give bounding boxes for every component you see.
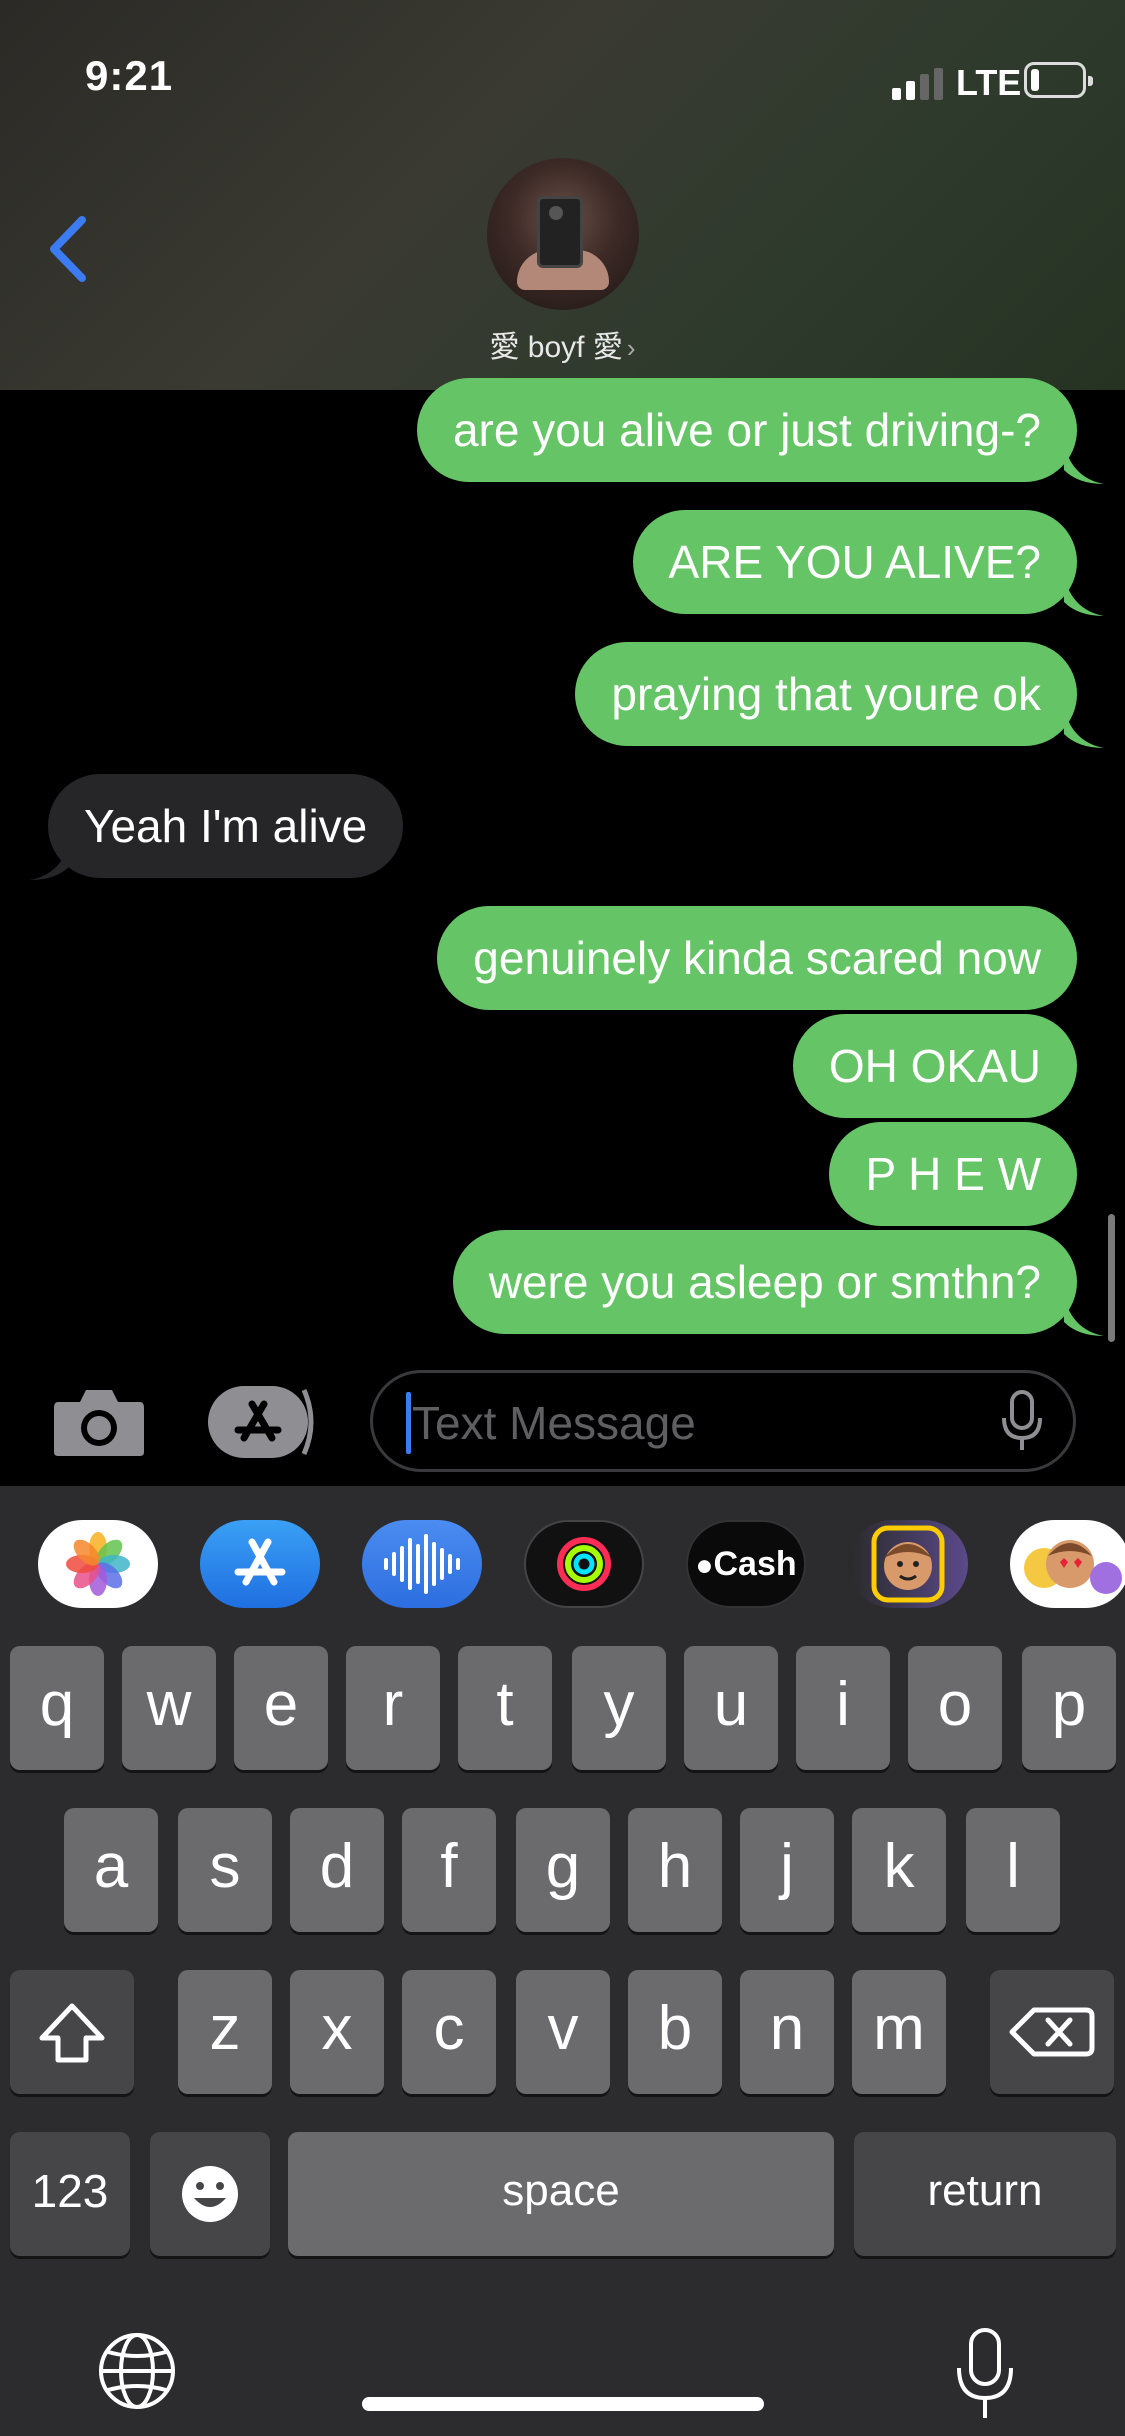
key-z[interactable]: z (178, 1970, 272, 2094)
message-text: praying that youre ok (611, 668, 1041, 720)
message-text: ARE YOU ALIVE? (668, 536, 1041, 588)
key-m[interactable]: m (852, 1970, 946, 2094)
key-u[interactable]: u (684, 1646, 778, 1770)
apple-cash-label: ●Cash (695, 1545, 797, 1583)
key-h[interactable]: h (628, 1808, 722, 1932)
key-y[interactable]: y (572, 1646, 666, 1770)
key-q[interactable]: q (10, 1646, 104, 1770)
audio-message-icon[interactable] (362, 1520, 482, 1608)
network-type: LTE (956, 62, 1022, 103)
shift-key[interactable] (10, 1970, 134, 2094)
battery-icon (1024, 62, 1093, 98)
signal-strength-icon (892, 68, 943, 100)
received-message-bubble[interactable]: Yeah I'm alive (48, 774, 404, 878)
message-text: OH OKAU (828, 1040, 1041, 1092)
key-j[interactable]: j (740, 1808, 834, 1932)
sent-message-bubble[interactable]: were you asleep or smthn? (452, 1230, 1077, 1334)
home-indicator[interactable] (362, 2397, 764, 2411)
key-d[interactable]: d (290, 1808, 384, 1932)
key-t[interactable]: t (458, 1646, 552, 1770)
key-p[interactable]: p (1022, 1646, 1116, 1770)
message-input-placeholder: Text Message (412, 1397, 696, 1449)
key-s[interactable]: s (178, 1808, 272, 1932)
key-a[interactable]: a (64, 1808, 158, 1932)
sent-message-bubble[interactable]: ARE YOU ALIVE? (632, 510, 1077, 614)
bubble-tail (1064, 444, 1104, 484)
bubble-tail (1064, 708, 1104, 748)
text-cursor (406, 1392, 411, 1454)
message-text: genuinely kinda scared now (473, 932, 1041, 984)
bubble-tail (1064, 576, 1104, 616)
delete-key[interactable] (990, 1970, 1114, 2094)
key-f[interactable]: f (402, 1808, 496, 1932)
key-x[interactable]: x (290, 1970, 384, 2094)
sent-message-bubble[interactable]: P H E W (829, 1122, 1077, 1226)
key-v[interactable]: v (516, 1970, 610, 2094)
return-key[interactable]: return (854, 2132, 1116, 2256)
key-r[interactable]: r (346, 1646, 440, 1770)
app-store-icon[interactable] (200, 1520, 320, 1608)
key-o[interactable]: o (908, 1646, 1002, 1770)
camera-icon[interactable] (52, 1386, 146, 1458)
sent-message-bubble[interactable]: genuinely kinda scared now (437, 906, 1077, 1010)
contact-avatar[interactable] (487, 158, 639, 310)
animoji-stickers-icon[interactable] (1010, 1520, 1125, 1608)
key-g[interactable]: g (516, 1808, 610, 1932)
key-c[interactable]: c (402, 1970, 496, 2094)
space-key[interactable]: space (288, 2132, 834, 2256)
sent-message-bubble[interactable]: OH OKAU (792, 1014, 1077, 1118)
sent-message-bubble[interactable]: are you alive or just driving-? (416, 378, 1077, 482)
key-k[interactable]: k (852, 1808, 946, 1932)
bubble-tail (30, 840, 70, 880)
message-text: were you asleep or smthn? (488, 1256, 1041, 1308)
key-l[interactable]: l (966, 1808, 1060, 1932)
contact-name-button[interactable]: 愛 boyf 愛 › (420, 322, 705, 366)
shift-arrow-icon (39, 2003, 105, 2063)
scroll-indicator[interactable] (1108, 1214, 1115, 1342)
dictation-mic-icon[interactable] (1000, 1390, 1044, 1454)
apple-logo-icon: ● (695, 1549, 714, 1582)
key-e[interactable]: e (234, 1646, 328, 1770)
activity-icon[interactable] (524, 1520, 644, 1608)
emoji-smiley-icon (182, 2166, 238, 2222)
contact-name: 愛 boyf 愛 (489, 331, 623, 364)
key-b[interactable]: b (628, 1970, 722, 2094)
backspace-icon (1009, 2007, 1095, 2057)
globe-icon[interactable] (96, 2330, 178, 2412)
keyboard (0, 1486, 1125, 2436)
photos-icon[interactable] (38, 1520, 158, 1608)
dictation-mic-icon[interactable] (954, 2326, 1016, 2422)
key-i[interactable]: i (796, 1646, 890, 1770)
key-n[interactable]: n (740, 1970, 834, 2094)
message-text: Yeah I'm alive (84, 800, 368, 852)
message-text: are you alive or just driving-? (452, 404, 1041, 456)
apple-cash-icon[interactable]: ●Cash (686, 1520, 806, 1608)
bubble-tail (1064, 1296, 1104, 1336)
back-chevron-icon[interactable] (42, 212, 98, 286)
message-text: P H E W (865, 1148, 1041, 1200)
emoji-key[interactable] (150, 2132, 270, 2256)
chevron-right-icon: › (626, 333, 636, 363)
status-time: 9:21 (85, 52, 174, 99)
sent-message-bubble[interactable]: praying that youre ok (575, 642, 1077, 746)
key-w[interactable]: w (122, 1646, 216, 1770)
numbers-key[interactable]: 123 (10, 2132, 130, 2256)
memoji-icon[interactable] (848, 1520, 968, 1608)
app-store-icon[interactable] (208, 1384, 318, 1460)
